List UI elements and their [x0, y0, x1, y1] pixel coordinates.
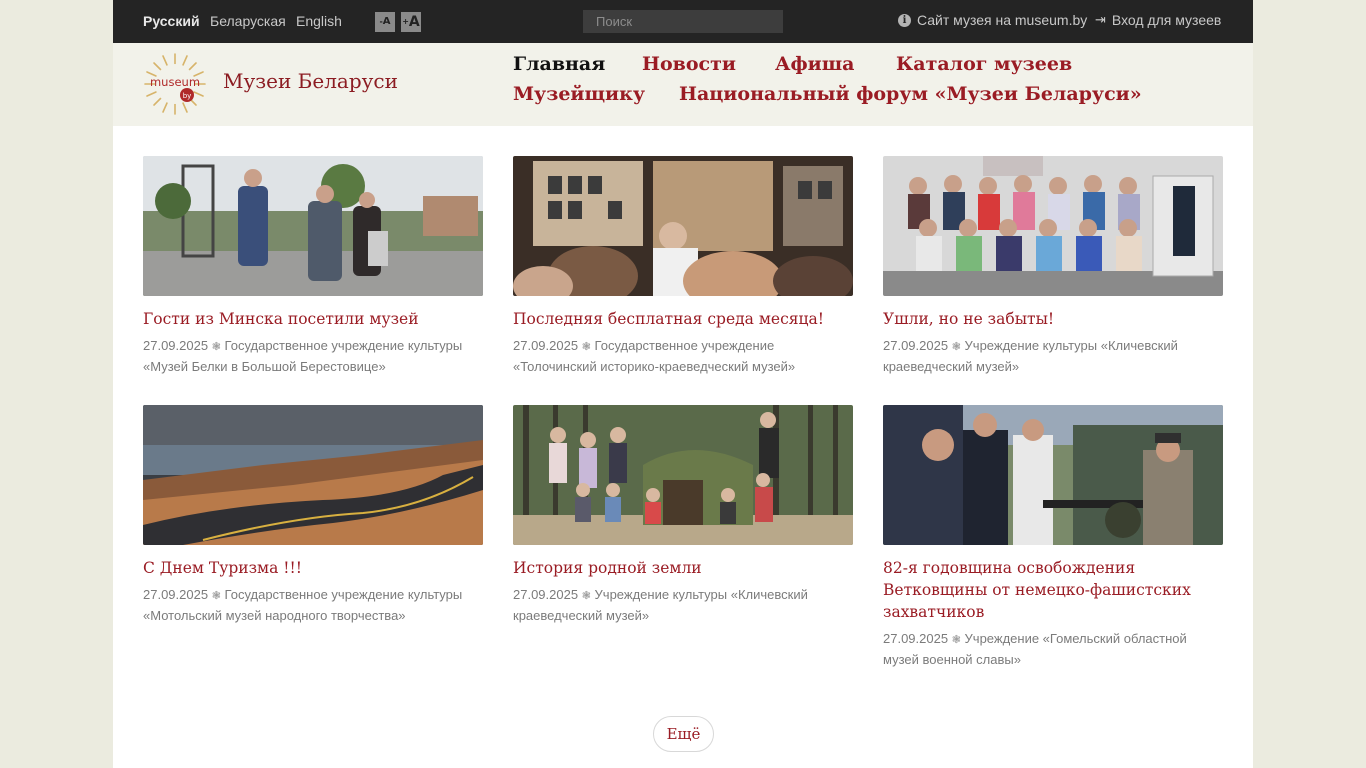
- nav-for-museum-staff[interactable]: Музейщику: [513, 83, 645, 105]
- news-date: 27.09.2025: [143, 587, 209, 602]
- news-card[interactable]: История родной земли 27.09.2025 ❃ Учрежд…: [513, 405, 853, 626]
- news-card[interactable]: С Днем Туризма !!! 27.09.2025 ❃ Государс…: [143, 405, 483, 626]
- museum-site-link-label: Сайт музея на museum.by: [917, 12, 1088, 28]
- news-image[interactable]: [883, 405, 1223, 545]
- news-date: 27.09.2025: [513, 338, 579, 353]
- news-date: 27.09.2025: [143, 338, 209, 353]
- nav-home[interactable]: Главная: [513, 53, 605, 75]
- news-title[interactable]: История родной земли: [513, 557, 853, 579]
- museum-site-link[interactable]: i Сайт музея на museum.by: [898, 12, 1087, 28]
- lang-belarusian[interactable]: Беларуская: [210, 13, 286, 29]
- nav-museum-catalog[interactable]: Каталог музеев: [896, 53, 1072, 75]
- separator-icon: ❃: [211, 341, 221, 353]
- search-input[interactable]: [583, 10, 783, 33]
- news-card[interactable]: Последняя бесплатная среда месяца! 27.09…: [513, 156, 853, 377]
- news-date: 27.09.2025: [513, 587, 579, 602]
- info-icon: i: [898, 13, 911, 27]
- news-title[interactable]: Последняя бесплатная среда месяца!: [513, 308, 853, 330]
- login-link[interactable]: ⇥ Вход для музеев: [1095, 12, 1221, 28]
- news-meta: 27.09.2025 ❃ Учреждение «Гомельский обла…: [883, 629, 1223, 670]
- news-image[interactable]: [143, 156, 483, 296]
- news-date: 27.09.2025: [883, 338, 949, 353]
- news-title[interactable]: Гости из Минска посетили музей: [143, 308, 483, 330]
- svg-text:by: by: [183, 92, 192, 100]
- news-meta: 27.09.2025 ❃ Учреждение культуры «Кличев…: [883, 336, 1223, 377]
- news-meta: 27.09.2025 ❃ Государственное учреждение …: [143, 585, 483, 626]
- news-title[interactable]: Ушли, но не забыты!: [883, 308, 1223, 330]
- separator-icon: ❃: [951, 634, 961, 646]
- news-image[interactable]: [513, 405, 853, 545]
- svg-text:museum: museum: [150, 75, 200, 89]
- login-link-label: Вход для музеев: [1111, 12, 1222, 28]
- lang-english[interactable]: English: [296, 13, 342, 29]
- font-increase-button[interactable]: +A: [401, 12, 421, 32]
- nav-events[interactable]: Афиша: [775, 53, 854, 75]
- news-meta: 27.09.2025 ❃ Государственное учреждение …: [143, 336, 483, 377]
- news-meta: 27.09.2025 ❃ Учреждение культуры «Кличев…: [513, 585, 853, 626]
- separator-icon: ❃: [581, 590, 591, 602]
- news-title[interactable]: С Днем Туризма !!!: [143, 557, 483, 579]
- sign-in-icon: ⇥: [1095, 12, 1106, 28]
- news-meta: 27.09.2025 ❃ Государственное учреждение …: [513, 336, 853, 377]
- nav-news[interactable]: Новости: [642, 53, 736, 75]
- news-card[interactable]: 82-я годовщина освобождения Ветковщины о…: [883, 405, 1223, 670]
- lang-russian[interactable]: Русский: [143, 13, 200, 29]
- site-header: museum by Музеи Беларуси Главная Новости…: [113, 43, 1253, 126]
- page: Русский Беларуская English -A +A i Сайт …: [113, 0, 1253, 768]
- site-title[interactable]: Музеи Беларуси: [223, 69, 398, 93]
- news-image[interactable]: [883, 156, 1223, 296]
- news-card[interactable]: Ушли, но не забыты! 27.09.2025 ❃ Учрежде…: [883, 156, 1223, 377]
- news-card[interactable]: Гости из Минска посетили музей 27.09.202…: [143, 156, 483, 377]
- news-date: 27.09.2025: [883, 631, 949, 646]
- separator-icon: ❃: [581, 341, 591, 353]
- nav-national-forum[interactable]: Национальный форум «Музеи Беларуси»: [679, 83, 1142, 105]
- news-image[interactable]: [143, 405, 483, 545]
- news-image[interactable]: [513, 156, 853, 296]
- font-decrease-button[interactable]: -A: [375, 12, 395, 32]
- separator-icon: ❃: [211, 590, 221, 602]
- news-title[interactable]: 82-я годовщина освобождения Ветковщины о…: [883, 557, 1223, 623]
- top-bar: Русский Беларуская English -A +A i Сайт …: [113, 0, 1253, 43]
- site-logo[interactable]: museum by: [143, 52, 207, 116]
- load-more-button[interactable]: Ещё: [653, 716, 714, 752]
- separator-icon: ❃: [951, 341, 961, 353]
